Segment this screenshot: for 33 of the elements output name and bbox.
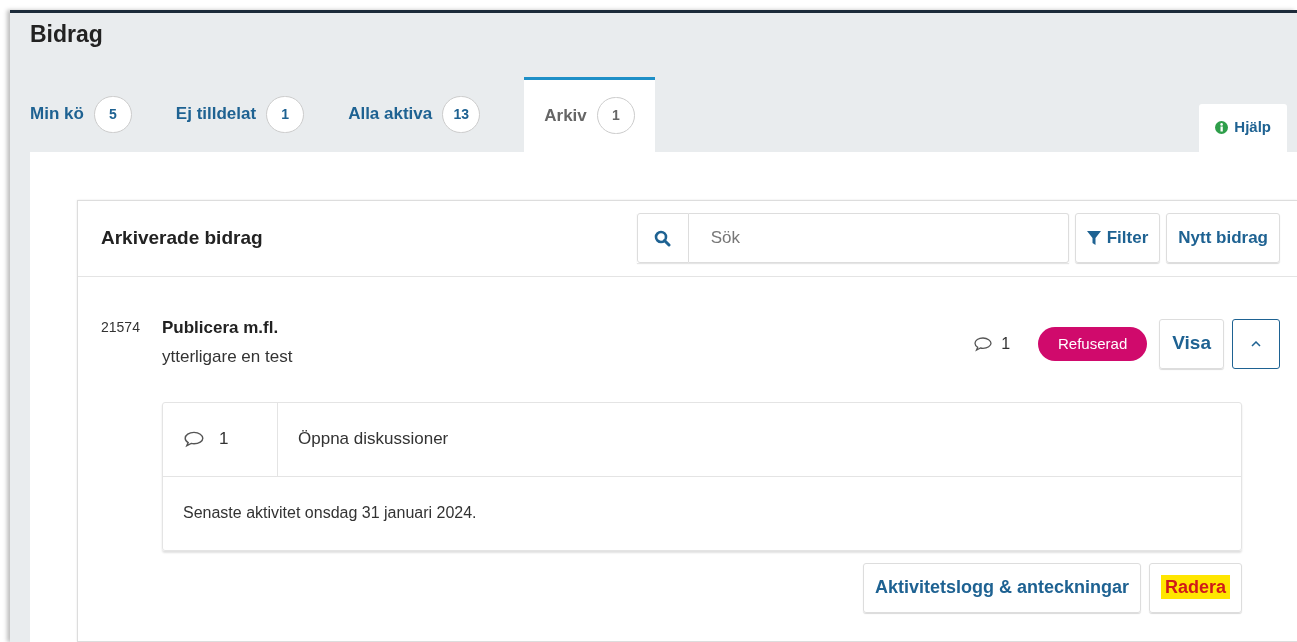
delete-button[interactable]: Radera: [1148, 562, 1242, 613]
count-badge: 13: [442, 95, 481, 133]
tab[interactable]: Arkiv 1: [524, 76, 655, 152]
new-submission-button[interactable]: Nytt bidrag: [1166, 213, 1280, 263]
search-field[interactable]: Sök: [688, 213, 1069, 263]
submission-title: ytterligare en test: [162, 346, 293, 368]
filter-button[interactable]: Filter: [1074, 213, 1161, 263]
chevron-up-icon: [1251, 340, 1261, 347]
view-button[interactable]: Visa: [1159, 318, 1224, 369]
activity-log-button[interactable]: Aktivitetslogg & anteckningar: [862, 562, 1141, 613]
search-icon: [654, 229, 672, 247]
submission-authors: Publicera m.fl.: [162, 316, 280, 339]
help-button[interactable]: Hjälp: [1199, 103, 1287, 152]
discussion-label: Öppna diskussioner: [297, 428, 449, 451]
count-badge: 1: [596, 97, 635, 134]
submission-id: 21574: [101, 317, 141, 337]
comment-icon: [183, 430, 205, 448]
count-badge: 1: [266, 95, 305, 133]
page-title: Bidrag: [30, 20, 103, 49]
filter-icon: [1086, 231, 1101, 245]
count-badge: 5: [93, 95, 132, 133]
comment-icon: [973, 335, 994, 352]
tab[interactable]: Min kö 5: [30, 76, 176, 152]
comment-count: 1: [1001, 333, 1011, 354]
status-badge: Refuserad: [1038, 326, 1148, 361]
search-button[interactable]: [636, 213, 689, 263]
panel-title: Arkiverade bidrag: [101, 225, 263, 250]
tab[interactable]: Alla aktiva 13: [348, 76, 525, 152]
last-activity-text: Senaste aktivitet onsdag 31 januari 2024.: [183, 503, 477, 523]
discussion-count: 1: [219, 428, 229, 451]
info-icon: [1215, 121, 1229, 134]
expand-button[interactable]: [1232, 318, 1280, 369]
tab[interactable]: Ej tilldelat 1: [175, 76, 349, 152]
